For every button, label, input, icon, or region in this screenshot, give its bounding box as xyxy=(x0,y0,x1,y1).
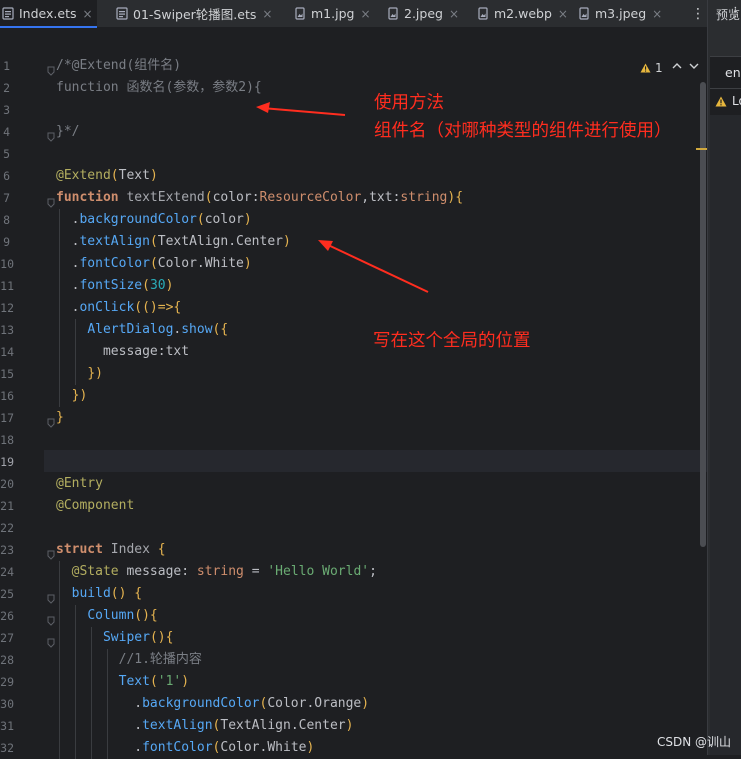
annotation-arrowhead-2 xyxy=(318,240,333,251)
csdn-watermark: CSDN @训山 xyxy=(657,735,732,749)
annotation-global-note: 写在这个全局的位置 xyxy=(373,331,531,351)
annotation-usage-desc: 组件名（对哪种类型的组件进行使用） xyxy=(374,121,672,141)
annotation-usage-title: 使用方法 xyxy=(374,93,444,113)
annotation-arrow-1 xyxy=(261,107,346,116)
annotation-arrow-2 xyxy=(325,243,429,293)
annotation-arrowhead-1 xyxy=(256,102,270,113)
annotation-arrows xyxy=(256,102,429,293)
